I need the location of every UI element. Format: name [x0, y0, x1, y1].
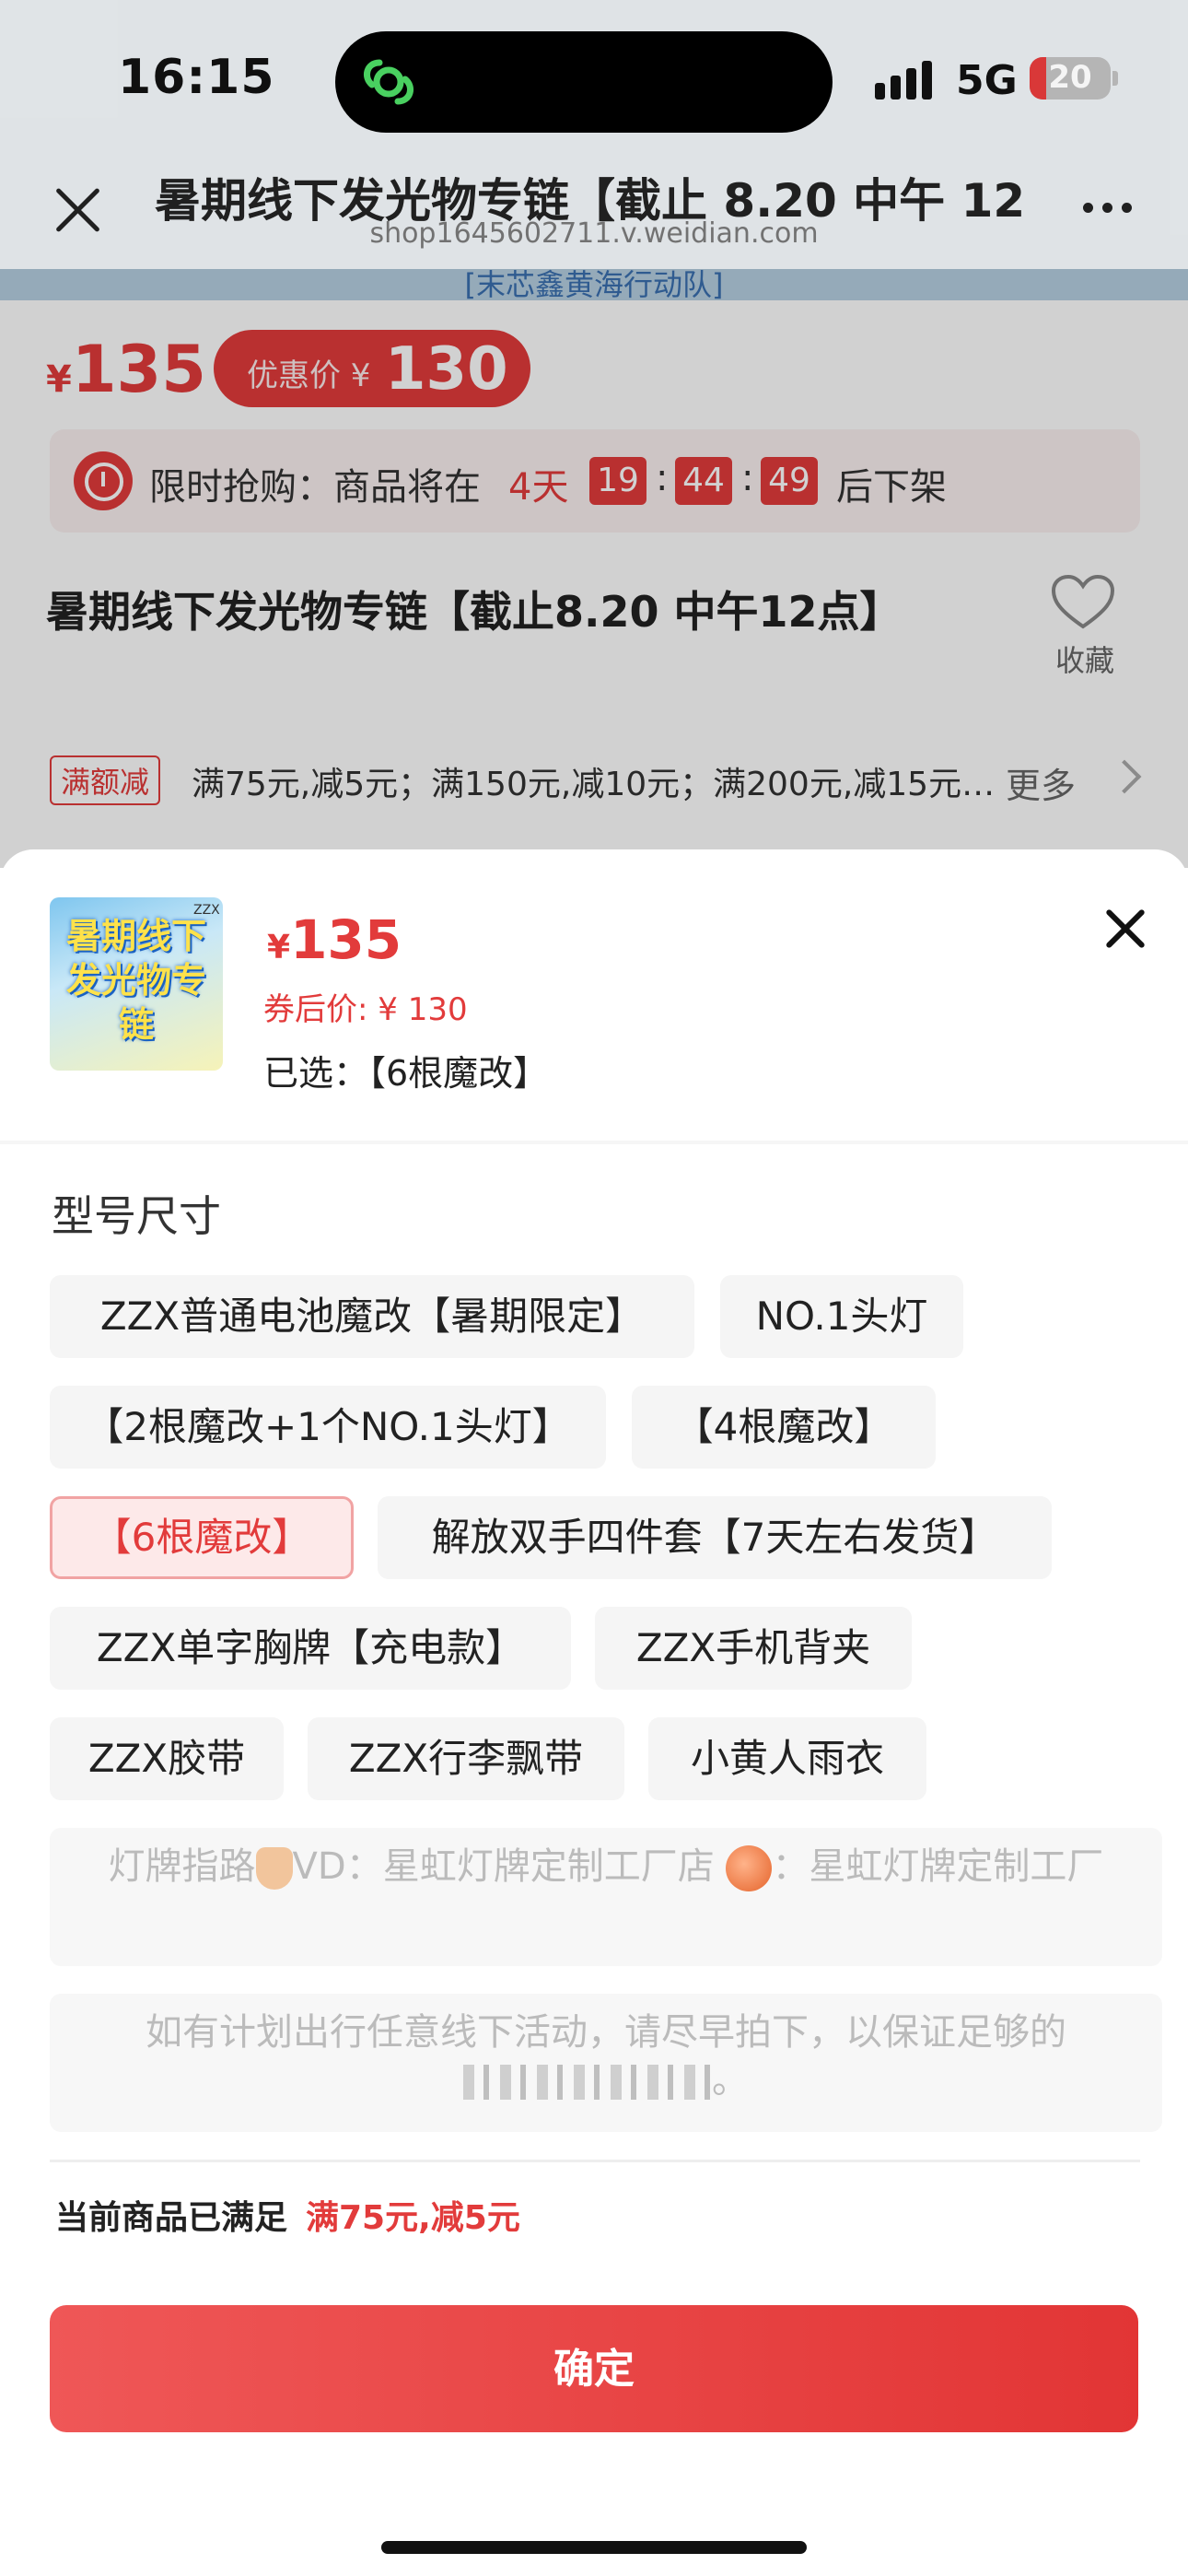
- notice-text: 。: [712, 2059, 749, 2102]
- promo-met-value: 满75元,减5元: [306, 2199, 520, 2237]
- sheet-price: ¥135: [267, 908, 402, 971]
- option-chip[interactable]: 【2根魔改+1个NO.1头灯】: [50, 1386, 606, 1469]
- currency-symbol: ¥: [267, 929, 291, 966]
- option-chip[interactable]: ZZX胶带: [50, 1717, 284, 1800]
- option-chip[interactable]: ZZX单字胸牌【充电款】: [50, 1607, 571, 1690]
- modal-overlay[interactable]: [0, 269, 1188, 868]
- option-chip[interactable]: NO.1头灯: [720, 1275, 963, 1358]
- confirm-button[interactable]: 确定: [50, 2305, 1138, 2432]
- option-chip[interactable]: ZZX手机背夹: [595, 1607, 912, 1690]
- coupon-price: 券后价: ¥ 130: [263, 991, 468, 1028]
- modal-overlay-top: [0, 0, 1188, 269]
- thumbnail-text: 暑期线下发光物专链: [65, 916, 206, 1045]
- divider: [0, 1141, 1188, 1144]
- selected-option-summary: 已选：【6根魔改】: [263, 1053, 549, 1094]
- option-chip[interactable]: ZZX普通电池魔改【暑期限定】: [50, 1275, 694, 1358]
- notice-text: 如有计划出行任意线下活动，请尽早拍下，以保证足够的: [146, 2011, 1066, 2054]
- home-indicator[interactable]: [381, 2541, 807, 2554]
- option-chip[interactable]: 解放双手四件套【7天左右发货】: [378, 1496, 1052, 1579]
- product-thumbnail: ZZX 暑期线下发光物专链: [50, 897, 223, 1071]
- option-chip-disabled: 灯牌指路 VD：星虹灯牌定制工厂店 ：星虹灯牌定制工厂: [50, 1828, 1162, 1966]
- divider: [50, 2160, 1140, 2162]
- pointing-hand-icon: [255, 1847, 293, 1890]
- spec-title: 型号尺寸: [52, 1191, 221, 1241]
- notice-text: 灯牌指路: [108, 1845, 256, 1888]
- notice-text: VD：星虹灯牌定制工厂店: [292, 1845, 715, 1888]
- close-sheet-icon[interactable]: [1101, 905, 1149, 953]
- price-value: 135: [290, 908, 402, 971]
- redacted-text: [463, 2065, 712, 2100]
- option-chip[interactable]: 小黄人雨衣: [648, 1717, 926, 1800]
- promo-met-label: 当前商品已满足: [55, 2199, 288, 2237]
- peach-icon: [726, 1845, 773, 1891]
- option-chip[interactable]: 【4根魔改】: [632, 1386, 936, 1469]
- notice-text: ：星虹灯牌定制工厂: [772, 1845, 1104, 1888]
- option-chip-disabled: 如有计划出行任意线下活动，请尽早拍下，以保证足够的。: [50, 1994, 1162, 2132]
- option-chip-selected[interactable]: 【6根魔改】: [50, 1496, 354, 1579]
- option-chip[interactable]: ZZX行李飘带: [308, 1717, 624, 1800]
